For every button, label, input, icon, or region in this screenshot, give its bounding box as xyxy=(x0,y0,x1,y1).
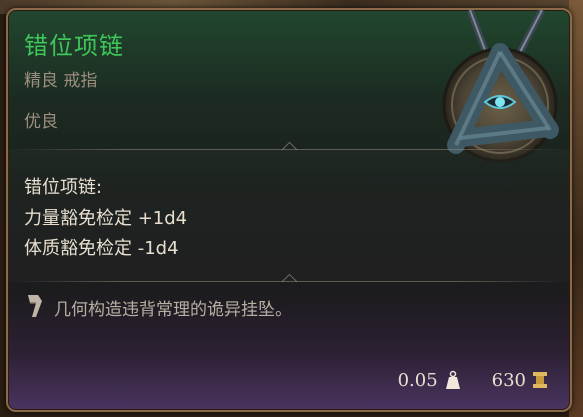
gold-coin-icon xyxy=(533,372,547,388)
weight-icon xyxy=(445,370,460,389)
effect-line: 力量豁免检定 +1d4 xyxy=(24,208,188,229)
divider xyxy=(8,273,570,290)
price-value: 630 xyxy=(491,369,526,391)
effect-line: 体质豁免检定 -1d4 xyxy=(24,238,179,259)
item-rarity: 优良 xyxy=(24,112,58,132)
effect-header: 错位项链: xyxy=(24,177,103,198)
quill-icon xyxy=(28,295,42,317)
item-description: 几何构造违背常理的诡异挂坠。 xyxy=(54,300,292,320)
item-footer: 0.05 630 xyxy=(398,368,548,392)
weight-value: 0.05 xyxy=(397,369,438,391)
description-row: 几何构造违背常理的诡异挂坠。 xyxy=(22,293,522,323)
item-tooltip: 错位项链 精良 戒指 优良 错位项链: 力量豁免检定 +1d4 体质豁免检定 -… xyxy=(6,8,572,412)
item-name: 错位项链 xyxy=(24,32,124,60)
item-subtitle: 精良 戒指 xyxy=(24,71,98,91)
